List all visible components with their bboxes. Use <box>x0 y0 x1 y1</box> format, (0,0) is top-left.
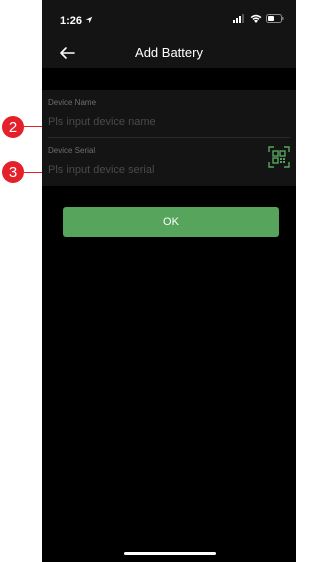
device-name-label: Device Name <box>48 98 97 107</box>
nav-bar: Add Battery <box>42 40 296 68</box>
device-name-input[interactable] <box>48 114 258 130</box>
device-form: Device Name Device Serial <box>42 90 296 186</box>
qr-scan-icon[interactable] <box>268 146 290 168</box>
annotation-marker-2: 2 <box>2 116 24 138</box>
page-title: Add Battery <box>135 45 203 60</box>
status-bar: 1:26 <box>42 0 296 40</box>
annotation-marker-3: 3 <box>2 161 24 183</box>
phone-screen: 1:26 Add Battery Device Name Pls input d… <box>42 0 296 562</box>
device-serial-field: Device Serial <box>42 138 296 186</box>
device-serial-label: Device Serial <box>48 146 96 155</box>
location-arrow-icon <box>85 16 93 24</box>
status-icons <box>233 14 284 23</box>
status-time: 1:26 <box>60 15 93 27</box>
device-name-field: Device Name <box>42 90 296 138</box>
home-indicator[interactable] <box>124 552 216 555</box>
wifi-icon <box>250 14 262 23</box>
cellular-signal-icon <box>233 14 244 23</box>
battery-icon <box>266 14 284 23</box>
ok-button[interactable]: OK <box>63 207 279 237</box>
device-serial-input[interactable] <box>48 162 258 178</box>
